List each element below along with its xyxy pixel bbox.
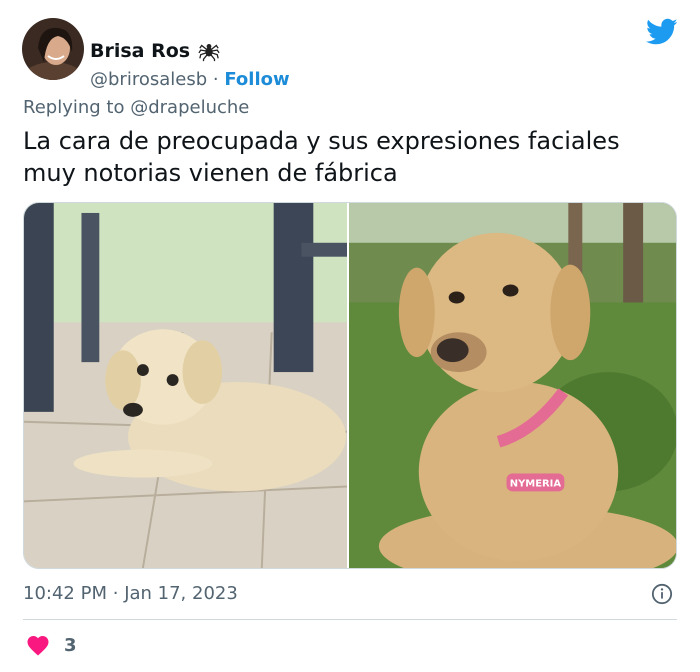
handle-row: @brirosalesb · Follow [90, 69, 290, 90]
heart-icon[interactable] [26, 634, 50, 656]
photo-puppy[interactable] [24, 203, 349, 568]
timestamp-separator: · [112, 583, 119, 604]
handle[interactable]: @brirosalesb [90, 69, 207, 90]
name-row: Brisa Ros [90, 40, 220, 62]
replying-to: Replying to @drapeluche [23, 97, 249, 118]
tweet-date: Jan 17, 2023 [124, 583, 238, 604]
follow-button[interactable]: Follow [224, 69, 289, 90]
twitter-bird-icon[interactable] [646, 18, 678, 46]
like-count: 3 [64, 634, 77, 656]
dog-tag-text: NYMERIA [510, 478, 562, 489]
tweet-time: 10:42 PM [23, 583, 107, 604]
avatar[interactable] [22, 18, 84, 80]
divider [23, 619, 677, 620]
timestamp[interactable]: 10:42 PM · Jan 17, 2023 [23, 583, 238, 604]
display-name[interactable]: Brisa Ros [90, 40, 190, 62]
photo-adult-dog[interactable]: NYMERIA [349, 203, 676, 568]
handle-separator: · [212, 69, 219, 90]
tweet-text: La cara de preocupada y sus expresiones … [23, 127, 620, 187]
info-icon[interactable] [651, 583, 673, 605]
replying-prefix: Replying to [23, 97, 125, 118]
media-grid: NYMERIA [23, 202, 677, 569]
spider-icon [198, 40, 220, 62]
tweet-header: Brisa Ros @brirosalesb · Follow [22, 18, 678, 90]
like-action[interactable]: 3 [26, 634, 77, 656]
reply-mention[interactable]: @drapeluche [130, 97, 249, 118]
